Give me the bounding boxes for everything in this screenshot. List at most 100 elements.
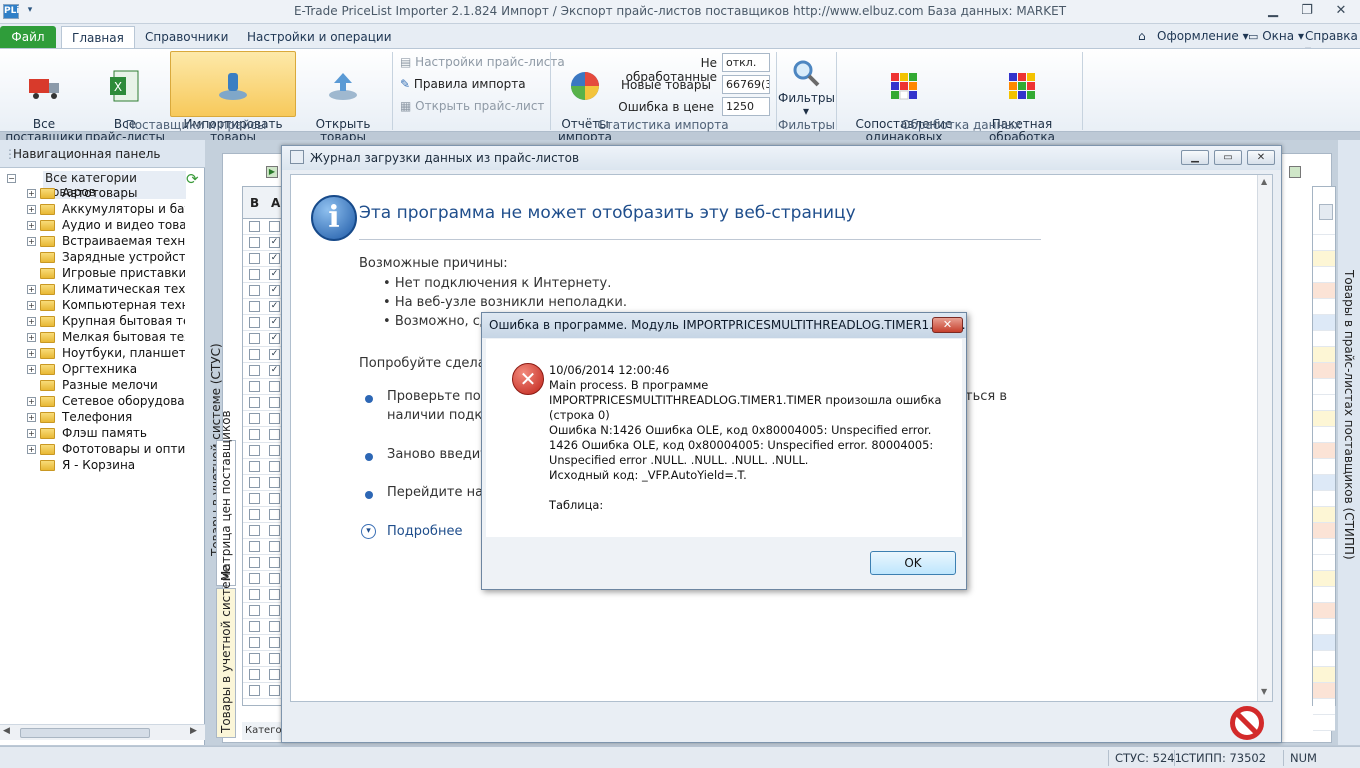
row-checkbox[interactable]: ✓ <box>269 237 280 248</box>
row-checkbox[interactable] <box>249 557 260 568</box>
right-vertical-tab[interactable]: Товары в прайс-листах поставщиков (СТИПП… <box>1338 140 1360 745</box>
tree-item[interactable]: + Телефония <box>27 410 185 426</box>
row-checkbox[interactable] <box>269 573 280 584</box>
tab-file[interactable]: Файл <box>0 26 56 48</box>
tree-item[interactable]: + Флэш память <box>27 426 185 442</box>
table-row[interactable] <box>1313 603 1335 619</box>
row-checkbox[interactable] <box>269 605 280 616</box>
row-checkbox[interactable] <box>249 621 260 632</box>
table-row[interactable] <box>1313 379 1335 395</box>
row-checkbox[interactable] <box>249 413 260 424</box>
row-checkbox[interactable] <box>269 653 280 664</box>
row-checkbox[interactable]: ✓ <box>269 317 280 328</box>
tree-item[interactable]: + Мелкая бытовая техн <box>27 330 185 346</box>
row-checkbox[interactable] <box>269 541 280 552</box>
more-details-link[interactable]: Подробнее <box>387 524 462 539</box>
tree-item[interactable]: + Аудио и видео товары <box>27 218 185 234</box>
tab-references[interactable]: Справочники <box>135 26 238 48</box>
expand-icon[interactable]: + <box>27 237 36 246</box>
journal-restore-icon[interactable]: ▭ <box>1214 150 1242 165</box>
table-row[interactable] <box>1313 619 1335 635</box>
expand-icon[interactable]: + <box>27 333 36 342</box>
row-checkbox[interactable] <box>269 557 280 568</box>
row-checkbox[interactable] <box>249 525 260 536</box>
row-checkbox[interactable] <box>249 477 260 488</box>
row-checkbox[interactable] <box>249 605 260 616</box>
row-checkbox[interactable] <box>249 285 260 296</box>
scroll-up-icon[interactable]: ▲ <box>1261 177 1267 186</box>
row-checkbox[interactable] <box>249 573 260 584</box>
row-checkbox[interactable] <box>249 493 260 504</box>
expand-icon[interactable]: + <box>27 285 36 294</box>
table-row[interactable] <box>1313 699 1335 715</box>
sidetab-goods-in-system[interactable]: Товары в учетной системе <box>216 565 236 738</box>
expand-icon[interactable]: + <box>27 429 36 438</box>
row-checkbox[interactable]: ✓ <box>269 269 280 280</box>
tree-item[interactable]: + Встраиваемая техник <box>27 234 185 250</box>
row-checkbox[interactable] <box>269 413 280 424</box>
row-checkbox[interactable] <box>249 509 260 520</box>
row-checkbox[interactable]: ✓ <box>269 349 280 360</box>
tree-item[interactable]: Я - Корзина <box>27 458 185 474</box>
tree-item[interactable]: Разные мелочи <box>27 378 185 394</box>
row-checkbox[interactable] <box>269 445 280 456</box>
row-checkbox[interactable] <box>249 221 260 232</box>
right-grid-toggle-icon[interactable] <box>1289 166 1301 178</box>
stop-icon[interactable] <box>1230 706 1264 740</box>
row-checkbox[interactable] <box>249 461 260 472</box>
table-row[interactable] <box>1313 715 1335 731</box>
expand-more-icon[interactable]: ▾ <box>361 524 376 539</box>
table-row[interactable] <box>1313 443 1335 459</box>
journal-close-icon[interactable]: ✕ <box>1247 150 1275 165</box>
column-a-header[interactable]: А <box>271 196 280 210</box>
import-rules-button[interactable]: ✎ Правила импорта <box>400 77 526 91</box>
table-row[interactable] <box>1313 283 1335 299</box>
tab-settings[interactable]: Настройки и операции <box>237 26 402 48</box>
table-row[interactable] <box>1313 683 1335 699</box>
table-row[interactable] <box>1313 347 1335 363</box>
row-checkbox[interactable] <box>269 477 280 488</box>
row-checkbox[interactable] <box>249 445 260 456</box>
table-row[interactable] <box>1313 251 1335 267</box>
table-row[interactable] <box>1313 491 1335 507</box>
new-goods-value[interactable]: 66769(36 <box>722 75 770 94</box>
expand-icon[interactable]: + <box>27 365 36 374</box>
row-checkbox[interactable] <box>249 237 260 248</box>
row-checkbox[interactable] <box>249 429 260 440</box>
row-checkbox[interactable] <box>269 381 280 392</box>
table-row[interactable] <box>1313 299 1335 315</box>
expand-icon[interactable]: + <box>27 445 36 454</box>
column-b-header[interactable]: В <box>250 196 259 210</box>
collapse-icon[interactable]: − <box>7 174 16 183</box>
tree-item[interactable]: + Аккумуляторы и бата <box>27 202 185 218</box>
table-row[interactable] <box>1313 219 1335 235</box>
tree-item[interactable]: + Автотовары <box>27 186 185 202</box>
row-checkbox[interactable] <box>269 429 280 440</box>
table-row[interactable] <box>1313 411 1335 427</box>
row-checkbox[interactable] <box>249 317 260 328</box>
table-row[interactable] <box>1313 587 1335 603</box>
tree-item[interactable]: + Оргтехника <box>27 362 185 378</box>
table-row[interactable] <box>1313 571 1335 587</box>
restore-icon[interactable]: ❐ <box>1292 2 1322 20</box>
not-processed-value[interactable]: откл. <box>722 53 770 72</box>
horizontal-scrollbar[interactable]: ◀ ▶ <box>0 724 205 740</box>
expand-icon[interactable]: + <box>27 189 36 198</box>
scroll-left-icon[interactable]: ◀ <box>3 726 10 736</box>
vertical-scrollbar-thumb[interactable] <box>1319 204 1333 220</box>
table-row[interactable] <box>1313 651 1335 667</box>
table-row[interactable] <box>1313 331 1335 347</box>
table-row[interactable] <box>1313 267 1335 283</box>
home-icon[interactable]: ⌂ <box>1138 29 1146 43</box>
row-checkbox[interactable] <box>269 221 280 232</box>
filters-button[interactable]: Фильтры ▾ <box>778 56 835 118</box>
ok-button[interactable]: OK <box>870 551 956 575</box>
import-goods-button[interactable]: Импортировать товары поставщиков ▾ <box>170 51 296 157</box>
row-checkbox[interactable] <box>249 269 260 280</box>
row-checkbox[interactable] <box>249 653 260 664</box>
play-icon[interactable]: ▶ <box>266 166 278 178</box>
row-checkbox[interactable] <box>269 461 280 472</box>
scrollbar-thumb[interactable] <box>20 728 150 738</box>
expand-icon[interactable]: + <box>27 317 36 326</box>
table-row[interactable] <box>1313 395 1335 411</box>
